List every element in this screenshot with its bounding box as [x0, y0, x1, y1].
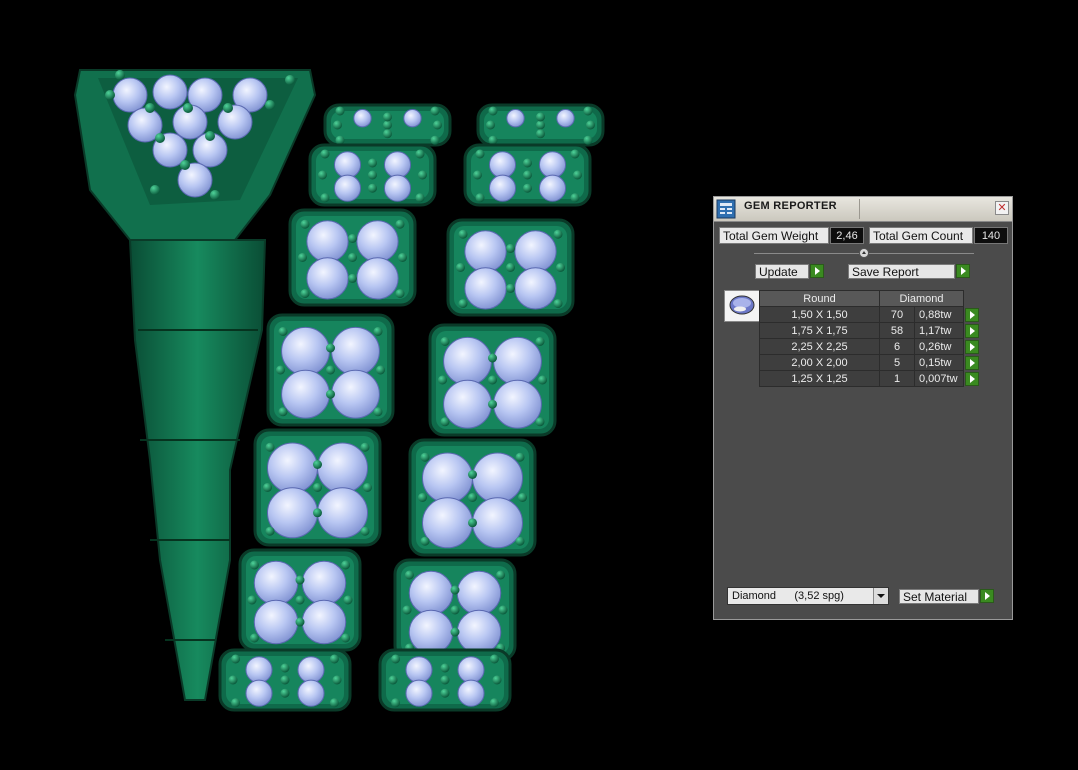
chevron-down-icon[interactable]: [873, 588, 888, 604]
table-row[interactable]: 1,50 X 1,50 70 0,88tw: [759, 306, 980, 323]
gem-weight: 1,17tw: [914, 322, 964, 339]
slider-handle[interactable]: [859, 248, 869, 258]
gem-size: 1,75 X 1,75: [759, 322, 880, 339]
gem-count: 6: [879, 338, 915, 355]
gem-table: Round Diamond 1,50 X 1,50 70 0,88tw 1,75…: [759, 290, 980, 387]
gem-size: 1,25 X 1,25: [759, 370, 880, 387]
material-select[interactable]: Diamond (3,52 spg): [727, 587, 889, 605]
gem-weight: 0,007tw: [914, 370, 964, 387]
gem-weight: 0,26tw: [914, 338, 964, 355]
material-select-value: Diamond (3,52 spg): [732, 590, 844, 602]
row-select-icon[interactable]: [965, 371, 979, 386]
window-title: GEM REPORTER: [744, 200, 837, 212]
row-select-icon[interactable]: [965, 339, 979, 354]
total-gem-count-value: 140: [974, 227, 1008, 244]
total-gem-weight-value: 2,46: [830, 227, 864, 244]
gem-size: 2,00 X 2,00: [759, 354, 880, 371]
close-button[interactable]: ✕: [995, 201, 1009, 215]
column-header-material: Diamond: [879, 290, 964, 307]
header-spacer: [963, 290, 980, 307]
save-report-button[interactable]: Save Report: [848, 264, 955, 279]
round-gem-icon: [724, 290, 760, 322]
save-report-go-icon[interactable]: [956, 264, 970, 278]
gem-reporter-icon: [716, 199, 736, 219]
gem-count: 5: [879, 354, 915, 371]
title-divider: [859, 199, 860, 219]
table-row[interactable]: 1,75 X 1,75 58 1,17tw: [759, 322, 980, 339]
gem-size: 2,25 X 2,25: [759, 338, 880, 355]
row-select-icon[interactable]: [965, 323, 979, 338]
update-go-icon[interactable]: [810, 264, 824, 278]
gem-weight: 0,15tw: [914, 354, 964, 371]
gem-weight: 0,88tw: [914, 306, 964, 323]
update-button[interactable]: Update: [755, 264, 809, 279]
close-icon: ✕: [997, 202, 1007, 214]
gem-count: 1: [879, 370, 915, 387]
row-select-icon[interactable]: [965, 355, 979, 370]
set-material-button[interactable]: Set Material: [899, 589, 979, 604]
gem-count: 58: [879, 322, 915, 339]
set-material-go-icon[interactable]: [980, 589, 994, 603]
table-row[interactable]: 2,00 X 2,00 5 0,15tw: [759, 354, 980, 371]
gem-size: 1,50 X 1,50: [759, 306, 880, 323]
table-row[interactable]: 1,25 X 1,25 1 0,007tw: [759, 370, 980, 387]
gem-reporter-panel: GEM REPORTER ✕ Total Gem Weight 2,46 Tot…: [713, 196, 1013, 620]
column-header-shape: Round: [759, 290, 880, 307]
total-gem-count-label: Total Gem Count: [869, 227, 973, 244]
gem-count: 70: [879, 306, 915, 323]
row-select-icon[interactable]: [965, 307, 979, 322]
table-row[interactable]: 2,25 X 2,25 6 0,26tw: [759, 338, 980, 355]
table-header-row: Round Diamond: [759, 290, 980, 307]
total-gem-weight-label: Total Gem Weight: [719, 227, 829, 244]
title-bar[interactable]: GEM REPORTER ✕: [714, 197, 1012, 222]
